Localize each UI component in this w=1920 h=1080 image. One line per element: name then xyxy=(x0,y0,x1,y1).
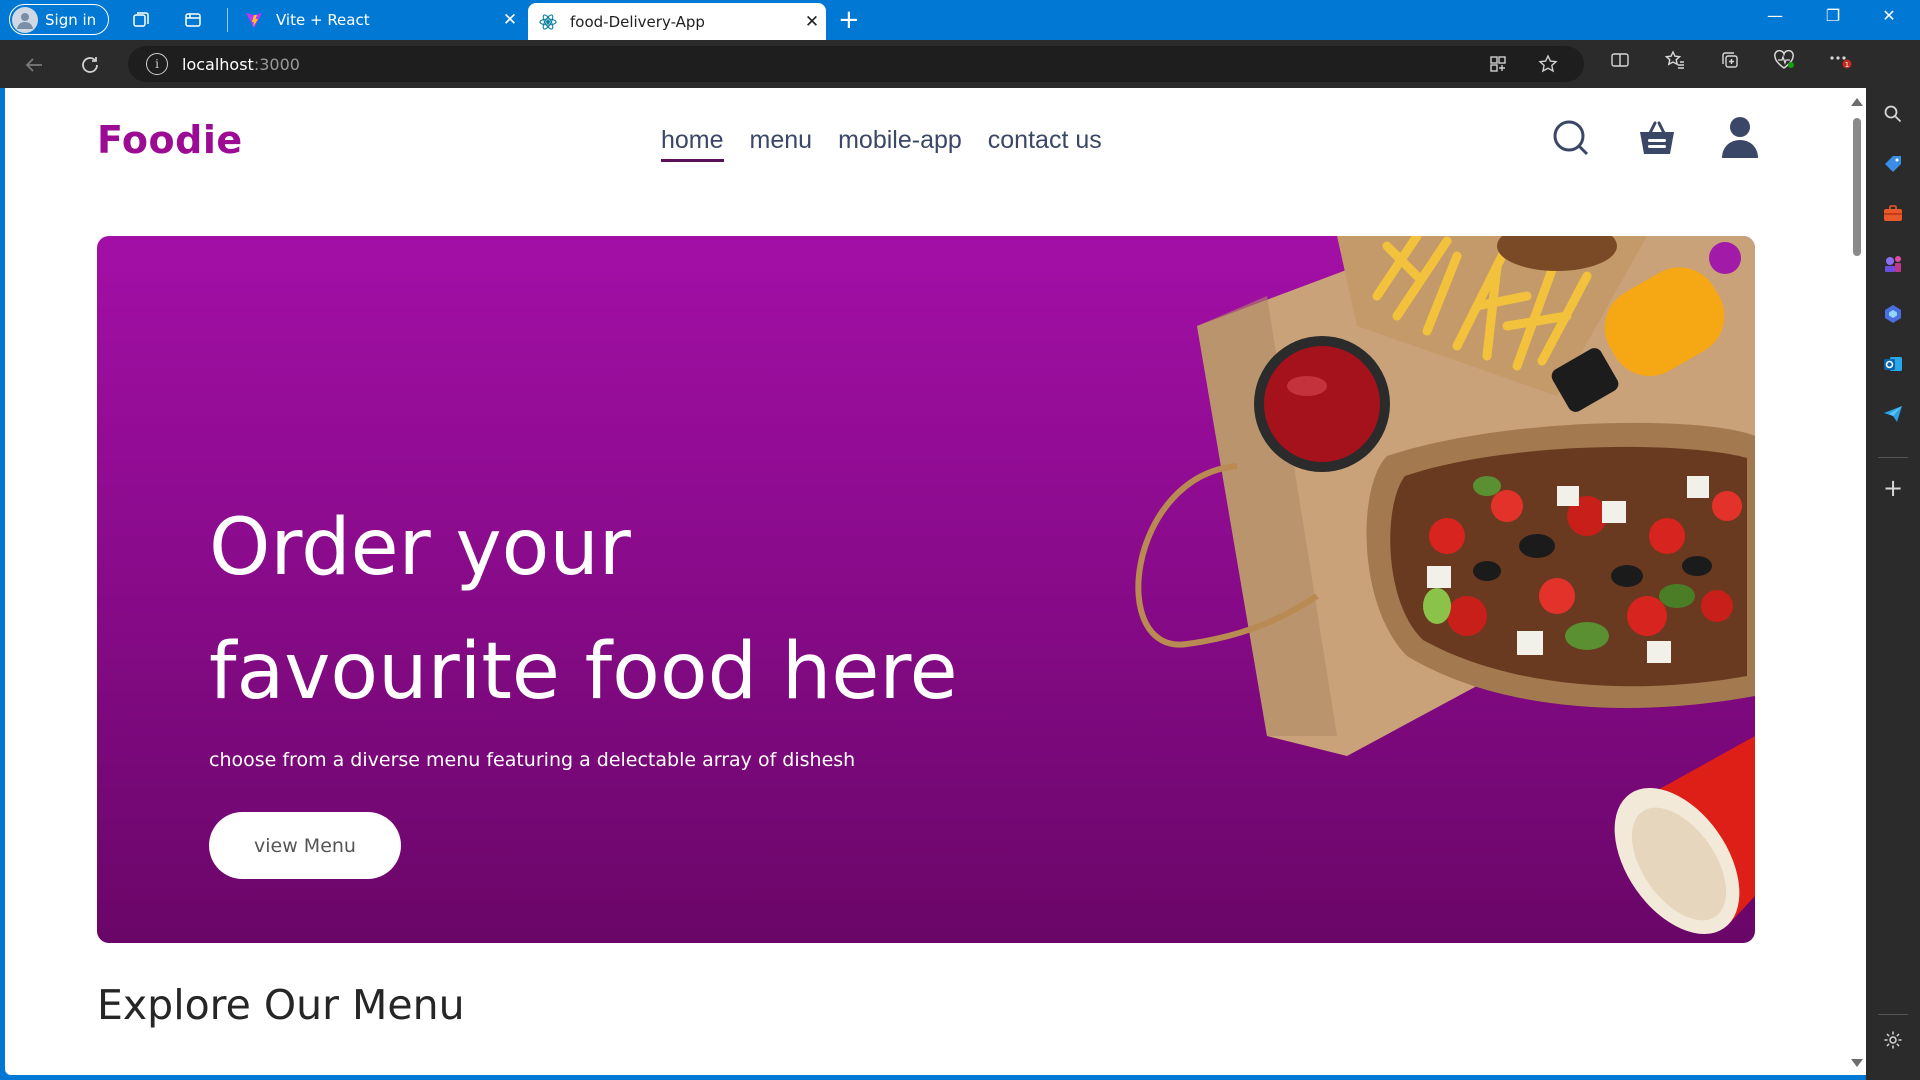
minimize-icon[interactable]: — xyxy=(1752,6,1798,25)
address-bar[interactable]: i localhost :3000 xyxy=(128,46,1584,82)
close-tab-icon[interactable]: ✕ xyxy=(798,12,826,32)
url-host: localhost xyxy=(182,54,254,74)
hero-subtitle: choose from a diverse menu featuring a d… xyxy=(209,749,856,771)
view-menu-button[interactable]: view Menu xyxy=(209,812,401,879)
sidebar-divider xyxy=(1878,457,1908,458)
nav-mobile-app[interactable]: mobile-app xyxy=(838,126,962,162)
tab-actions-icon[interactable] xyxy=(182,9,204,31)
scroll-down-arrow-icon[interactable] xyxy=(1851,1059,1863,1067)
scroll-up-arrow-icon[interactable] xyxy=(1851,98,1863,106)
favorites-icon[interactable] xyxy=(1661,50,1689,75)
tools-briefcase-icon[interactable] xyxy=(1879,200,1907,228)
sidebar-settings-gear-icon[interactable] xyxy=(1879,1026,1907,1054)
browser-toolbar: i localhost :3000 1 xyxy=(0,40,1920,88)
titlebar-divider xyxy=(227,8,228,32)
browser-essentials-heart-icon[interactable] xyxy=(1770,49,1798,75)
sidebar-divider xyxy=(1878,1014,1908,1015)
restore-icon[interactable]: ❐ xyxy=(1810,6,1856,25)
copilot-app-icon[interactable] xyxy=(1879,300,1907,328)
basket-icon[interactable] xyxy=(1635,116,1679,160)
shopping-tag-icon[interactable] xyxy=(1879,150,1907,178)
react-icon xyxy=(538,12,558,32)
edge-sidebar: + xyxy=(1866,40,1920,1080)
split-screen-icon[interactable] xyxy=(1606,50,1634,75)
add-plus-icon[interactable]: + xyxy=(1879,474,1907,502)
page-scrollbar[interactable] xyxy=(1848,88,1866,1075)
outlook-icon[interactable] xyxy=(1879,350,1907,378)
search-icon[interactable] xyxy=(1879,100,1907,128)
profile-user-icon[interactable] xyxy=(1718,116,1762,160)
tab-food-delivery[interactable]: food-Delivery-App ✕ xyxy=(528,3,826,40)
tab-vite-react[interactable]: Vite + React ✕ xyxy=(234,0,524,40)
site-nav: home menu mobile-app contact us xyxy=(661,126,1102,162)
new-tab-plus-icon[interactable]: + xyxy=(838,5,860,35)
site-logo[interactable]: Foodie xyxy=(97,118,243,162)
explore-menu-title: Explore Our Menu xyxy=(97,981,465,1029)
collections-icon[interactable] xyxy=(1716,50,1744,75)
nav-menu[interactable]: menu xyxy=(750,126,813,162)
back-arrow-icon[interactable] xyxy=(20,51,48,79)
nav-contact-us[interactable]: contact us xyxy=(988,126,1102,162)
refresh-icon[interactable] xyxy=(76,51,104,79)
browser-titlebar: Sign in Vite + React ✕ food-Delivery-App… xyxy=(0,0,1920,40)
app-available-icon[interactable] xyxy=(1488,54,1508,79)
signin-label: Sign in xyxy=(45,10,97,29)
hero-banner: Order your favourite food here choose fr… xyxy=(97,236,1755,943)
tab-title: food-Delivery-App xyxy=(570,12,705,31)
hero-title-line: favourite food here xyxy=(209,627,958,717)
url-port: :3000 xyxy=(253,54,300,74)
settings-more-icon[interactable]: 1 xyxy=(1826,50,1854,75)
svg-text:1: 1 xyxy=(1845,61,1849,69)
page-viewport: Foodie home menu mobile-app contact us O… xyxy=(5,88,1848,1075)
profile-signin-button[interactable]: Sign in xyxy=(9,4,109,35)
hero-title-line: Order your xyxy=(209,503,631,593)
close-window-icon[interactable]: ✕ xyxy=(1866,6,1912,25)
workspaces-icon[interactable] xyxy=(130,9,152,31)
site-info-icon[interactable]: i xyxy=(146,53,168,75)
tab-title: Vite + React xyxy=(276,11,370,29)
close-tab-icon[interactable]: ✕ xyxy=(496,10,524,30)
games-chess-icon[interactable] xyxy=(1879,250,1907,278)
search-icon[interactable] xyxy=(1549,116,1593,160)
vite-icon xyxy=(244,10,264,30)
send-telegram-icon[interactable] xyxy=(1879,400,1907,428)
nav-home[interactable]: home xyxy=(661,126,724,162)
scrollbar-thumb[interactable] xyxy=(1853,118,1861,256)
hero-title: Order your favourite food here xyxy=(209,486,1109,734)
food-hero-image xyxy=(1135,236,1755,935)
favorite-star-icon[interactable] xyxy=(1538,54,1558,79)
profile-avatar-icon xyxy=(12,6,38,33)
